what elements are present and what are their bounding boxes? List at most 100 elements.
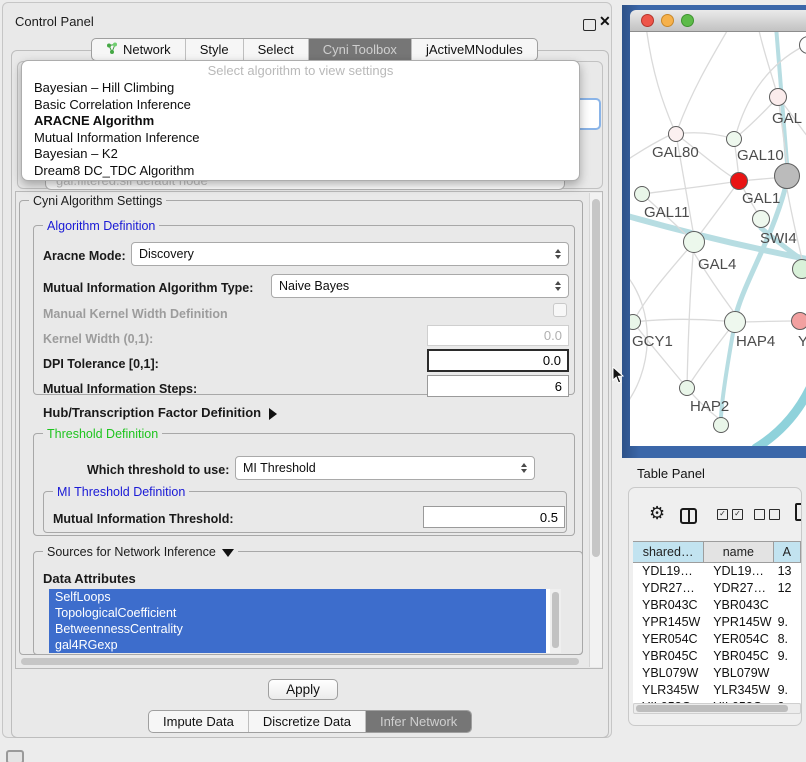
table-row[interactable]: YLR345WYLR345W9. xyxy=(633,682,801,699)
algorithm-option-bayesian-k2[interactable]: Bayesian – K2 xyxy=(22,146,579,163)
algorithm-option-mutual-information-inference[interactable]: Mutual Information Inference xyxy=(22,130,579,147)
mi-threshold-field[interactable]: 0.5 xyxy=(423,506,565,528)
attribute-item-gal4rgexp[interactable]: gal4RGexp xyxy=(49,637,546,653)
tab-cyni-toolbox[interactable]: Cyni Toolbox xyxy=(309,39,412,60)
tab-infer-network[interactable]: Infer Network xyxy=(366,711,471,732)
network-icon xyxy=(106,42,118,58)
manual-kernel-checkbox[interactable] xyxy=(553,303,567,317)
collapse-down-icon xyxy=(222,549,234,557)
mi-steps-label: Mutual Information Steps: xyxy=(43,382,197,396)
show-columns-icon[interactable]: ✓✓ xyxy=(717,509,743,520)
aracne-mode-select[interactable]: Discovery xyxy=(131,242,569,266)
table-cell: 9. xyxy=(774,648,801,665)
table-cell: YBR045C xyxy=(704,648,773,665)
node-unlabeled[interactable] xyxy=(774,163,800,189)
node-gal10[interactable] xyxy=(726,131,742,147)
node-swi4[interactable] xyxy=(752,210,770,228)
table-cell: YPR145W xyxy=(633,614,704,631)
close-window-icon[interactable] xyxy=(641,14,654,27)
attribute-item-betweennesscentrality[interactable]: BetweennessCentrality xyxy=(49,621,546,637)
network-edge xyxy=(676,32,730,134)
export-table-icon[interactable] xyxy=(795,503,802,521)
node-unlabeled[interactable] xyxy=(713,417,729,433)
tab-network[interactable]: Network xyxy=(92,39,186,60)
node-gal1[interactable] xyxy=(730,172,748,190)
dpi-tolerance-label: DPI Tolerance [0,1]: xyxy=(43,357,159,371)
attributes-scrollbar[interactable] xyxy=(550,589,561,653)
tab-jactivemnodules[interactable]: jActiveMNodules xyxy=(412,39,537,60)
algorithm-option-dream8-dc-tdc-algorithm[interactable]: Dream8 DC_TDC Algorithm xyxy=(22,163,579,180)
zoom-window-icon[interactable] xyxy=(681,14,694,27)
node-hap4[interactable] xyxy=(724,311,746,333)
column-header-name[interactable]: name xyxy=(704,542,773,562)
network-edge xyxy=(646,32,676,134)
apply-button[interactable]: Apply xyxy=(268,679,338,700)
table-row[interactable]: YDR27…YDR27…12 xyxy=(633,580,801,597)
which-threshold-select[interactable]: MI Threshold xyxy=(235,456,535,480)
node-hap2[interactable] xyxy=(679,380,695,396)
table-cell xyxy=(774,665,801,682)
mi-steps-field[interactable]: 6 xyxy=(427,375,569,397)
algorithm-option-bayesian-hill-climbing[interactable]: Bayesian – Hill Climbing xyxy=(22,80,579,97)
cyni-settings-group-title: Cyni Algorithm Settings xyxy=(29,194,166,208)
float-panel-icon[interactable] xyxy=(583,19,596,31)
table-scrollbar-thumb[interactable] xyxy=(636,705,788,712)
table-row[interactable]: YPR145WYPR145W9. xyxy=(633,614,801,631)
table-cell: YLR345W xyxy=(633,682,704,699)
table-cell: YDL19… xyxy=(633,563,704,580)
attribute-item-topologicalcoefficient[interactable]: TopologicalCoefficient xyxy=(49,605,546,621)
table-row[interactable]: YBR045CYBR045C9. xyxy=(633,648,801,665)
sources-group-title[interactable]: Sources for Network Inference xyxy=(43,545,238,559)
tab-select[interactable]: Select xyxy=(244,39,309,60)
column-header-shared[interactable]: shared… xyxy=(633,542,704,562)
column-header-a[interactable]: A xyxy=(774,542,801,562)
node-label-gcy1: GCY1 xyxy=(632,333,673,350)
node-gal[interactable] xyxy=(769,88,787,106)
network-canvas[interactable]: GALGAL80GAL10GAL1GAL11SWI4GAL4GCY1HAP4YH… xyxy=(630,32,806,446)
network-window-titlebar[interactable] xyxy=(630,10,806,32)
vertical-scrollbar[interactable] xyxy=(589,193,602,667)
node-label-gal4: GAL4 xyxy=(698,256,736,273)
minimized-panel-icon[interactable] xyxy=(6,750,24,762)
hide-columns-icon[interactable] xyxy=(754,509,780,520)
dpi-tolerance-field[interactable]: 0.0 xyxy=(427,349,569,372)
mi-type-select[interactable]: Naive Bayes xyxy=(271,274,569,298)
node-gal4[interactable] xyxy=(683,231,705,253)
mi-threshold-definition-title: MI Threshold Definition xyxy=(53,485,189,499)
table-panel-title: Table Panel xyxy=(637,466,705,481)
control-panel-titlebar: Control Panel ✕ xyxy=(5,9,613,35)
table-row[interactable]: YBL079WYBL079W xyxy=(633,665,801,682)
node-label-y: Y xyxy=(798,333,806,350)
attribute-item-selfloops[interactable]: SelfLoops xyxy=(49,589,546,605)
algorithm-option-aracne-algorithm[interactable]: ARACNE Algorithm xyxy=(22,113,579,130)
node-y[interactable] xyxy=(791,312,806,330)
tab-impute-data[interactable]: Impute Data xyxy=(149,711,249,732)
horizontal-scrollbar-thumb[interactable] xyxy=(21,658,579,665)
table-cell: YDR27… xyxy=(704,580,773,597)
kernel-width-field[interactable]: 0.0 xyxy=(427,325,569,346)
spinner-arrows-icon xyxy=(521,463,527,473)
split-panel-icon[interactable] xyxy=(680,508,697,524)
vertical-scrollbar-thumb[interactable] xyxy=(592,199,600,557)
attributes-scrollbar-thumb[interactable] xyxy=(552,592,559,648)
node-gal80[interactable] xyxy=(668,126,684,142)
table-horizontal-scrollbar[interactable] xyxy=(633,703,801,714)
table-row[interactable]: YDL19…YDL19…13 xyxy=(633,563,801,580)
minimize-window-icon[interactable] xyxy=(661,14,674,27)
network-edge xyxy=(687,242,694,388)
table-cell: YBR045C xyxy=(633,648,704,665)
close-panel-icon[interactable]: ✕ xyxy=(599,13,611,30)
panel-tabs: NetworkStyleSelectCyni ToolboxjActiveMNo… xyxy=(91,38,538,61)
network-edge xyxy=(756,384,806,446)
table-row[interactable]: YBR043CYBR043C xyxy=(633,597,801,614)
node-gal11[interactable] xyxy=(634,186,650,202)
network-edge xyxy=(633,322,687,388)
node-unlabeled[interactable] xyxy=(792,259,806,279)
table-row[interactable]: YER054CYER054C8. xyxy=(633,631,801,648)
hub-section-toggle[interactable]: Hub/Transcription Factor Definition xyxy=(43,405,277,420)
data-attributes-label: Data Attributes xyxy=(43,571,136,586)
tab-discretize-data[interactable]: Discretize Data xyxy=(249,711,366,732)
tab-style[interactable]: Style xyxy=(186,39,244,60)
algorithm-option-basic-correlation-inference[interactable]: Basic Correlation Inference xyxy=(22,97,579,114)
gear-icon[interactable]: ⚙ xyxy=(649,505,665,523)
